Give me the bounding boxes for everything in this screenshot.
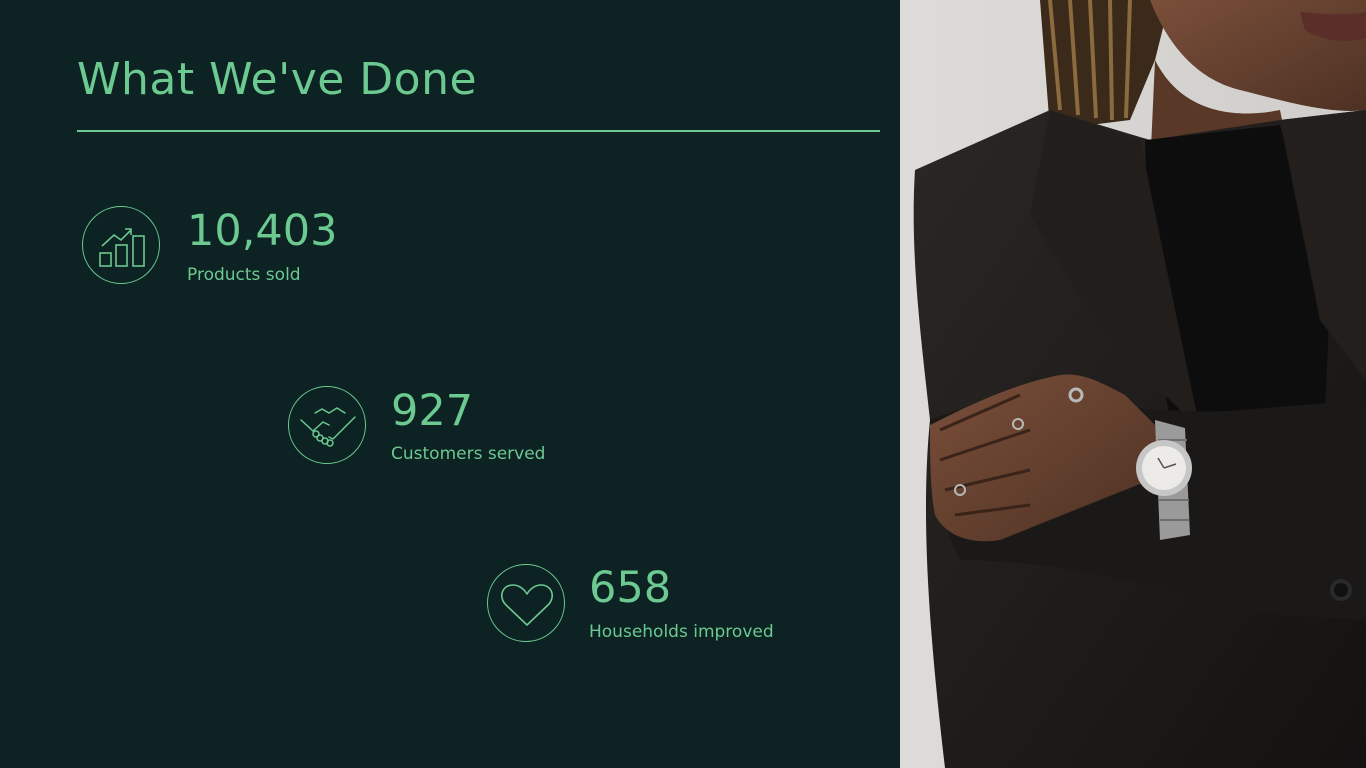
photo-woman-with-watch: [900, 0, 1366, 768]
stat-value: 10,403: [187, 206, 338, 256]
title-divider: [77, 130, 880, 132]
stats-panel: What We've Done 10,403 Products sold 927…: [0, 0, 900, 768]
stat-customers-served: 927 Customers served: [288, 386, 688, 470]
slide-title: What We've Done: [77, 54, 478, 105]
stat-value: 927: [391, 386, 474, 436]
stat-products-sold: 10,403 Products sold: [82, 206, 482, 290]
stat-households-improved: 658 Households improved: [487, 564, 887, 648]
stat-label: Households improved: [589, 622, 774, 642]
stat-label: Products sold: [187, 265, 301, 285]
stat-value: 658: [589, 563, 672, 613]
slide: What We've Done 10,403 Products sold 927…: [0, 0, 1366, 768]
stat-label: Customers served: [391, 444, 546, 464]
heart-icon: [487, 564, 565, 642]
handshake-icon: [288, 386, 366, 464]
bar-chart-icon: [82, 206, 160, 284]
